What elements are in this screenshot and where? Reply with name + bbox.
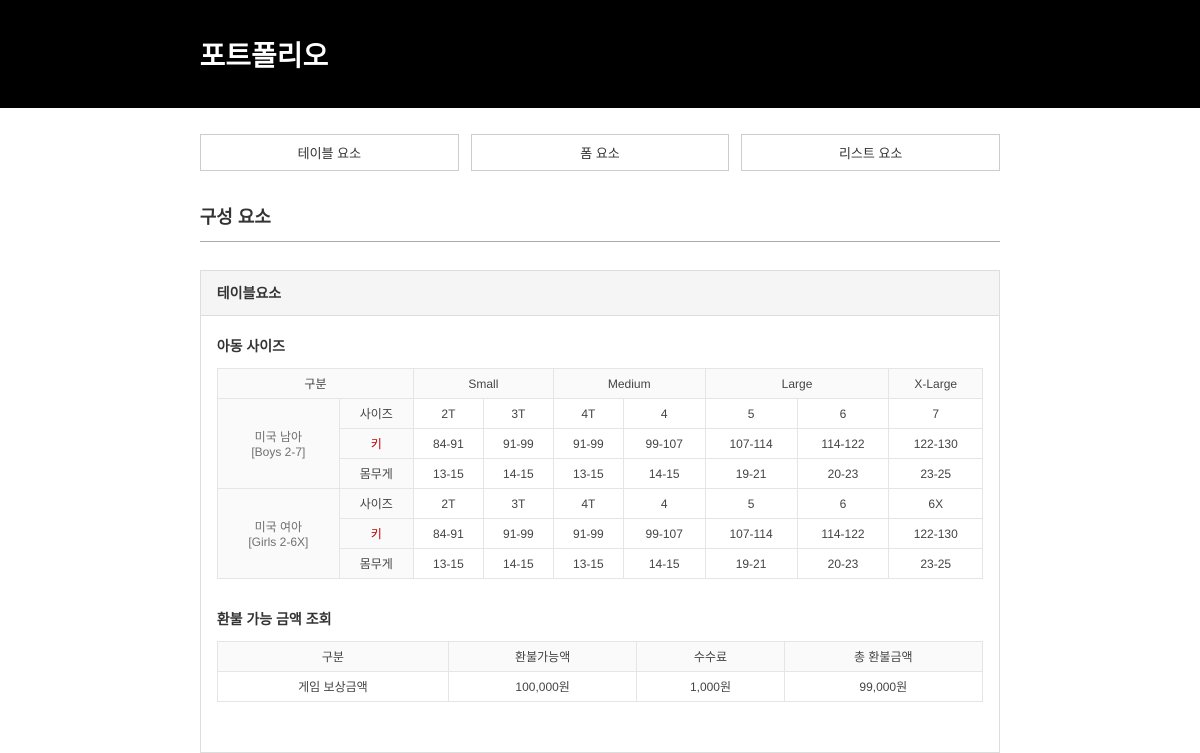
cell: 14-15 xyxy=(483,459,553,489)
tab-bar: 테이블 요소 폼 요소 리스트 요소 xyxy=(200,134,1000,171)
col-fee: 수수료 xyxy=(637,642,784,672)
col-large: Large xyxy=(705,369,889,399)
cell: 6 xyxy=(797,489,889,519)
cell: 91-99 xyxy=(553,429,623,459)
col-xlarge: X-Large xyxy=(889,369,983,399)
cell: 4T xyxy=(553,399,623,429)
panel-header: 테이블요소 xyxy=(201,271,999,316)
table-panel: 테이블요소 아동 사이즈 구분 Small Medium Large X-Lar… xyxy=(200,270,1000,753)
cell: 84-91 xyxy=(413,429,483,459)
col-gubun: 구분 xyxy=(218,642,449,672)
cell: 13-15 xyxy=(553,549,623,579)
cell: 114-122 xyxy=(797,519,889,549)
row-girls: 미국 여아 [Girls 2-6X] xyxy=(218,489,340,579)
refund-table: 구분 환불가능액 수수료 총 환불금액 게임 보상금액 100,000원 1,0… xyxy=(217,641,983,702)
row-boys-label: 미국 남아 xyxy=(255,430,303,444)
row-weight-label: 몸무게 xyxy=(339,459,413,489)
row-weight-label: 몸무게 xyxy=(339,549,413,579)
cell: 13-15 xyxy=(413,459,483,489)
cell: 2T xyxy=(413,399,483,429)
col-available: 환불가능액 xyxy=(448,642,637,672)
cell: 107-114 xyxy=(705,519,797,549)
col-gubun: 구분 xyxy=(218,369,414,399)
cell-fee: 1,000원 xyxy=(637,672,784,702)
row-girls-sub: [Girls 2-6X] xyxy=(248,535,308,549)
cell: 7 xyxy=(889,399,983,429)
cell: 114-122 xyxy=(797,429,889,459)
cell-total: 99,000원 xyxy=(784,672,982,702)
cell: 84-91 xyxy=(413,519,483,549)
cell: 99-107 xyxy=(623,519,705,549)
cell-label: 게임 보상금액 xyxy=(218,672,449,702)
cell: 14-15 xyxy=(623,549,705,579)
row-height-label: 키 xyxy=(339,519,413,549)
col-medium: Medium xyxy=(553,369,705,399)
cell: 5 xyxy=(705,489,797,519)
cell: 23-25 xyxy=(889,459,983,489)
row-girls-label: 미국 여아 xyxy=(255,520,303,534)
cell: 4T xyxy=(553,489,623,519)
cell: 19-21 xyxy=(705,459,797,489)
cell: 122-130 xyxy=(889,519,983,549)
cell: 91-99 xyxy=(553,519,623,549)
table-header-row: 구분 Small Medium Large X-Large xyxy=(218,369,983,399)
panel-body: 아동 사이즈 구분 Small Medium Large X-Large 미국 … xyxy=(201,316,999,752)
cell: 13-15 xyxy=(413,549,483,579)
cell: 107-114 xyxy=(705,429,797,459)
cell: 91-99 xyxy=(483,519,553,549)
col-small: Small xyxy=(413,369,553,399)
cell: 13-15 xyxy=(553,459,623,489)
cell: 4 xyxy=(623,489,705,519)
cell: 14-15 xyxy=(483,549,553,579)
cell: 4 xyxy=(623,399,705,429)
cell: 6X xyxy=(889,489,983,519)
page-title: 포트폴리오 xyxy=(200,34,1000,74)
table-header-row: 구분 환불가능액 수수료 총 환불금액 xyxy=(218,642,983,672)
table-row: 미국 남아 [Boys 2-7] 사이즈 2T 3T 4T 4 5 6 7 xyxy=(218,399,983,429)
cell: 91-99 xyxy=(483,429,553,459)
cell: 23-25 xyxy=(889,549,983,579)
cell: 99-107 xyxy=(623,429,705,459)
tab-table-elem[interactable]: 테이블 요소 xyxy=(200,134,459,171)
cell: 3T xyxy=(483,399,553,429)
row-size-label: 사이즈 xyxy=(339,399,413,429)
cell: 20-23 xyxy=(797,459,889,489)
cell: 20-23 xyxy=(797,549,889,579)
row-size-label: 사이즈 xyxy=(339,489,413,519)
table-row: 게임 보상금액 100,000원 1,000원 99,000원 xyxy=(218,672,983,702)
cell-available: 100,000원 xyxy=(448,672,637,702)
cell: 2T xyxy=(413,489,483,519)
tab-list-elem[interactable]: 리스트 요소 xyxy=(741,134,1000,171)
cell: 19-21 xyxy=(705,549,797,579)
section-divider xyxy=(200,241,1000,242)
table-row: 미국 여아 [Girls 2-6X] 사이즈 2T 3T 4T 4 5 6 6X xyxy=(218,489,983,519)
refund-table-title: 환불 가능 금액 조회 xyxy=(217,609,983,629)
cell: 122-130 xyxy=(889,429,983,459)
size-table: 구분 Small Medium Large X-Large 미국 남아 [Boy… xyxy=(217,368,983,579)
row-boys-sub: [Boys 2-7] xyxy=(251,445,305,459)
cell: 3T xyxy=(483,489,553,519)
row-boys: 미국 남아 [Boys 2-7] xyxy=(218,399,340,489)
cell: 6 xyxy=(797,399,889,429)
page-header: 포트폴리오 xyxy=(0,0,1200,108)
cell: 5 xyxy=(705,399,797,429)
tab-form-elem[interactable]: 폼 요소 xyxy=(471,134,730,171)
row-height-label: 키 xyxy=(339,429,413,459)
col-total: 총 환불금액 xyxy=(784,642,982,672)
section-title: 구성 요소 xyxy=(200,203,1000,229)
size-table-title: 아동 사이즈 xyxy=(217,336,983,356)
cell: 14-15 xyxy=(623,459,705,489)
